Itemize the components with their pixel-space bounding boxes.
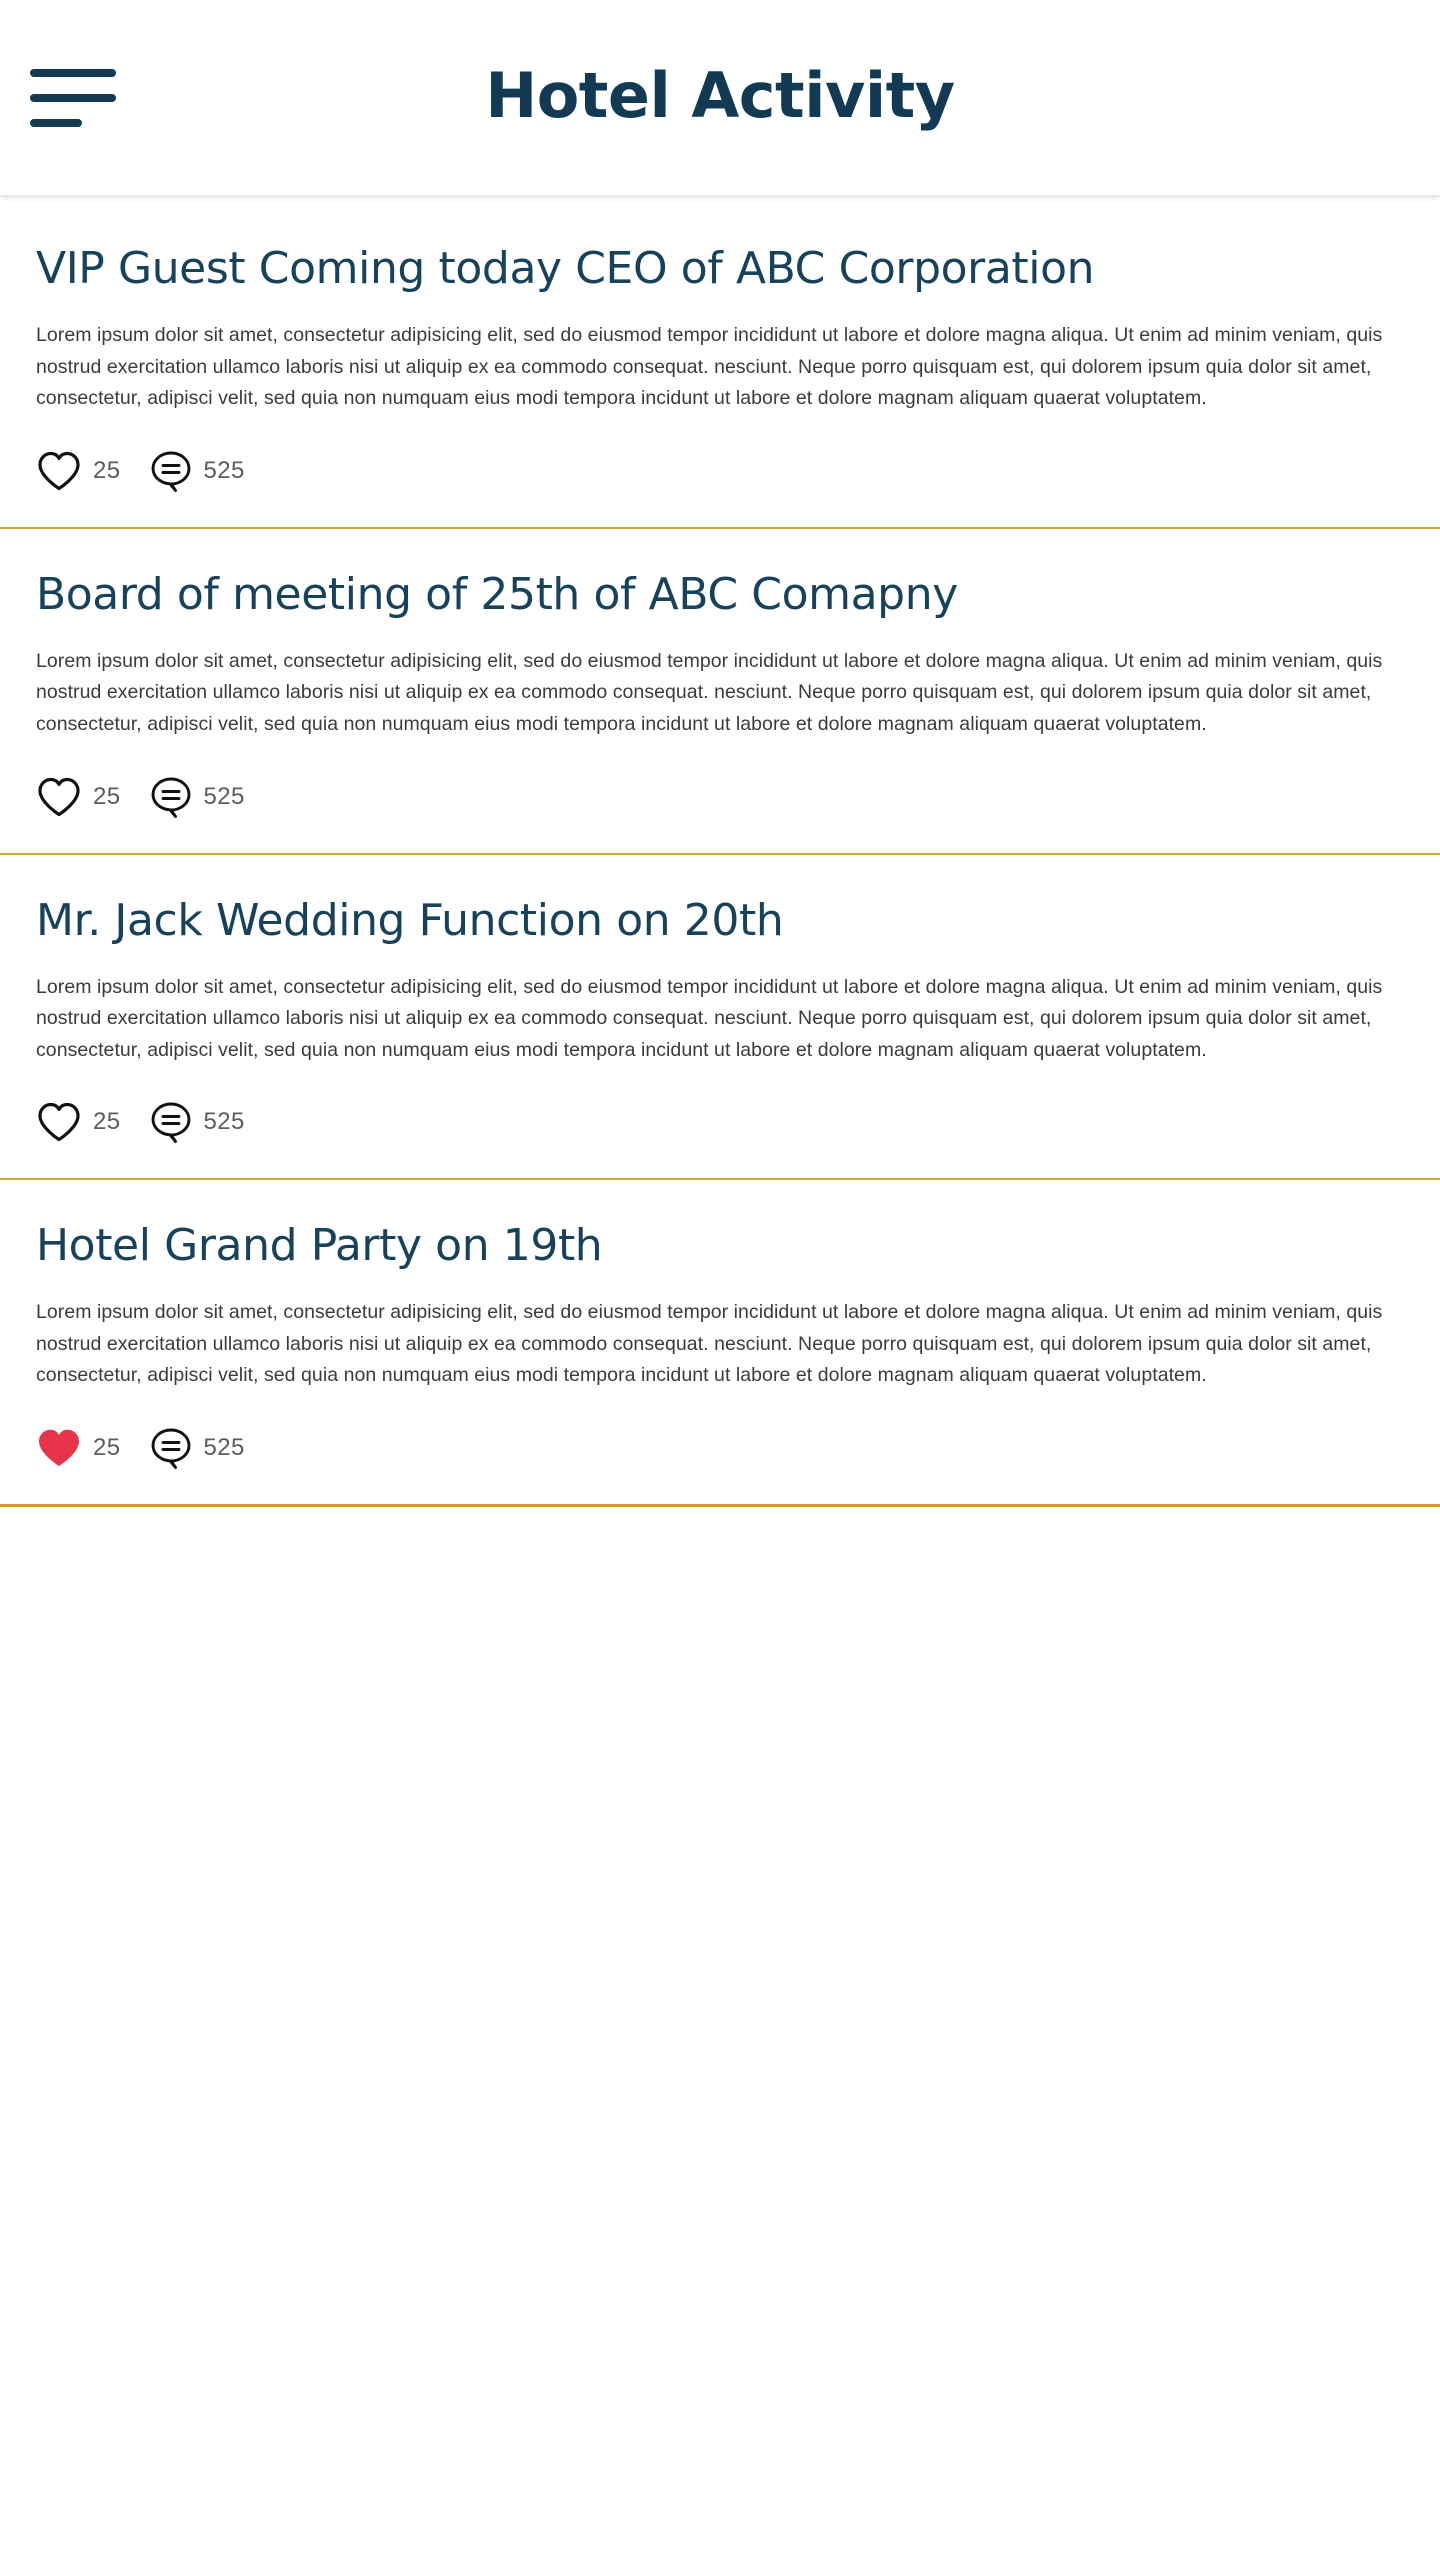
hamburger-bar-top — [30, 68, 116, 77]
comment-count: 525 — [203, 456, 245, 484]
heart-outline-icon — [36, 1101, 82, 1143]
like-button[interactable]: 25 — [36, 776, 121, 818]
comment-button[interactable]: 525 — [149, 449, 245, 493]
activity-card-body: Lorem ipsum dolor sit amet, consectetur … — [36, 975, 1383, 1061]
comment-bubble-icon — [149, 775, 193, 819]
hamburger-bar-middle — [30, 93, 116, 102]
like-button[interactable]: 25 — [36, 1101, 121, 1143]
like-count: 25 — [93, 456, 121, 484]
activity-card-actions: 25 525 — [36, 1100, 1404, 1144]
activity-card-title: Mr. Jack Wedding Function on 20th — [36, 894, 784, 946]
like-button[interactable]: 25 — [36, 450, 121, 492]
hamburger-menu-icon[interactable] — [30, 62, 116, 134]
heart-outline-icon — [36, 450, 82, 492]
activity-card-title: Board of meeting of 25th of ABC Comapny — [36, 568, 958, 620]
activity-card[interactable]: Board of meeting of 25th of ABC Comapny … — [0, 528, 1440, 855]
activity-card-actions: 25 525 — [36, 449, 1404, 493]
heart-filled-icon — [36, 1427, 82, 1469]
activity-card-actions: 25 525 — [36, 775, 1404, 819]
comment-button[interactable]: 525 — [149, 1426, 245, 1470]
page-title: Hotel Activity — [485, 58, 955, 132]
hamburger-bar-bottom — [30, 118, 82, 127]
activity-card-actions: 25 525 — [36, 1426, 1404, 1470]
comment-count: 525 — [203, 1434, 245, 1462]
comment-bubble-icon — [149, 1100, 193, 1144]
comment-bubble-icon — [149, 449, 193, 493]
activity-card-body: Lorem ipsum dolor sit amet, consectetur … — [36, 649, 1383, 735]
like-count: 25 — [93, 1108, 121, 1136]
like-count: 25 — [93, 782, 121, 810]
comment-count: 525 — [203, 1108, 245, 1136]
activity-card-title: Hotel Grand Party on 19th — [36, 1220, 603, 1272]
activity-card-body: Lorem ipsum dolor sit amet, consectetur … — [36, 1301, 1383, 1387]
activity-feed: VIP Guest Coming today CEO of ABC Corpor… — [0, 197, 1440, 1508]
comment-button[interactable]: 525 — [149, 1100, 245, 1144]
comment-count: 525 — [203, 782, 245, 810]
activity-card[interactable]: VIP Guest Coming today CEO of ABC Corpor… — [0, 197, 1440, 529]
heart-outline-icon — [36, 776, 82, 818]
comment-button[interactable]: 525 — [149, 775, 245, 819]
comment-bubble-icon — [149, 1426, 193, 1470]
like-count: 25 — [93, 1434, 121, 1462]
activity-card[interactable]: Hotel Grand Party on 19th Lorem ipsum do… — [0, 1180, 1440, 1508]
activity-card-body: Lorem ipsum dolor sit amet, consectetur … — [36, 324, 1383, 410]
activity-card-title: VIP Guest Coming today CEO of ABC Corpor… — [36, 243, 1095, 294]
activity-card[interactable]: Mr. Jack Wedding Function on 20th Lorem … — [0, 854, 1440, 1181]
app-header: Hotel Activity — [0, 0, 1440, 197]
like-button[interactable]: 25 — [36, 1427, 121, 1469]
